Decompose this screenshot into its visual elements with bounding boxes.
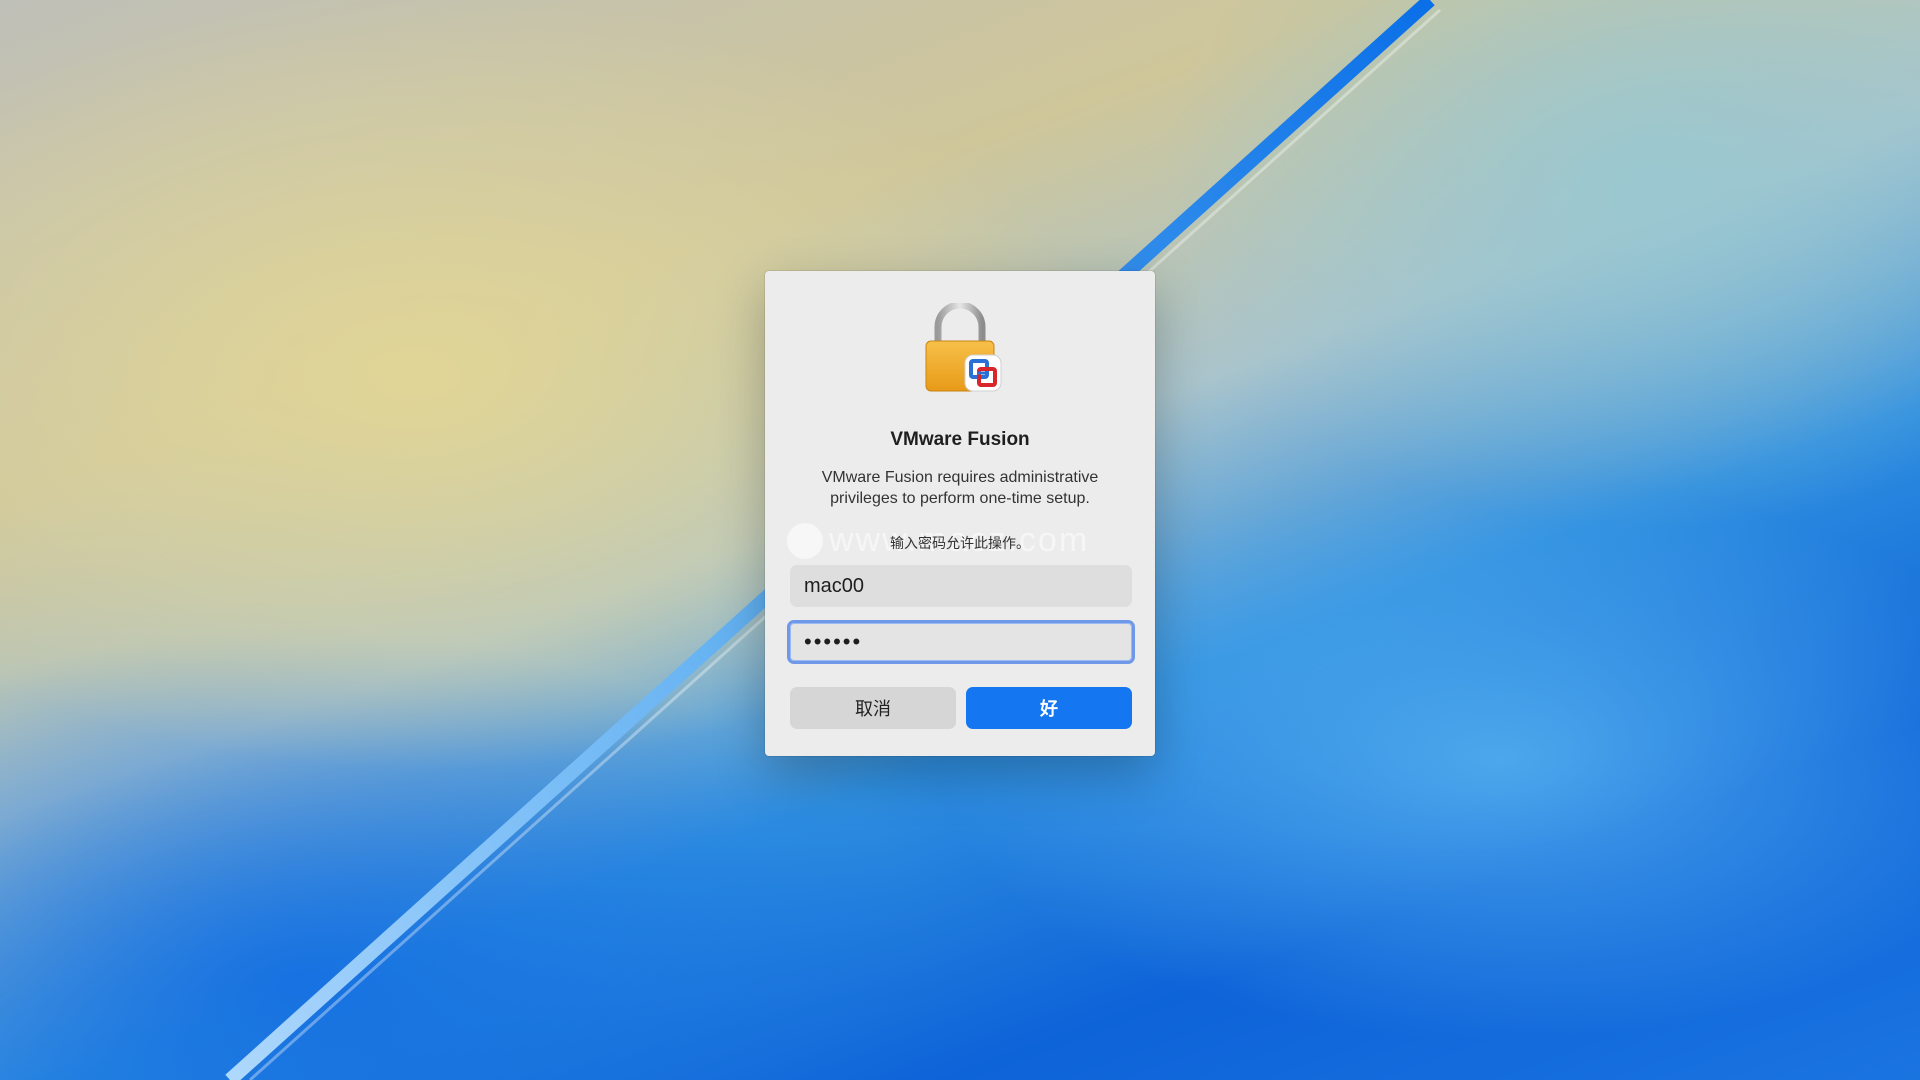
description-line-2: privileges to perform one-time setup. <box>830 490 1090 507</box>
dialog-title: VMware Fusion <box>890 429 1030 450</box>
ok-button[interactable]: 好 <box>966 687 1132 729</box>
password-value: •••••• <box>804 629 863 654</box>
password-field[interactable]: •••••• <box>787 620 1135 664</box>
admin-auth-dialog: VMware Fusion VMware Fusion requires adm… <box>765 271 1155 756</box>
ok-button-label: 好 <box>1040 699 1058 719</box>
dialog-description: VMware Fusion requires administrative pr… <box>795 467 1125 509</box>
password-prompt: 输入密码允许此操作。 <box>890 535 1030 551</box>
cancel-button[interactable]: 取消 <box>790 687 956 729</box>
description-line-1: VMware Fusion requires administrative <box>821 469 1099 486</box>
cancel-button-label: 取消 <box>855 699 891 719</box>
username-field[interactable]: mac00 <box>790 565 1132 607</box>
username-value: mac00 <box>804 574 865 597</box>
vmware-fusion-icon <box>964 354 1002 392</box>
